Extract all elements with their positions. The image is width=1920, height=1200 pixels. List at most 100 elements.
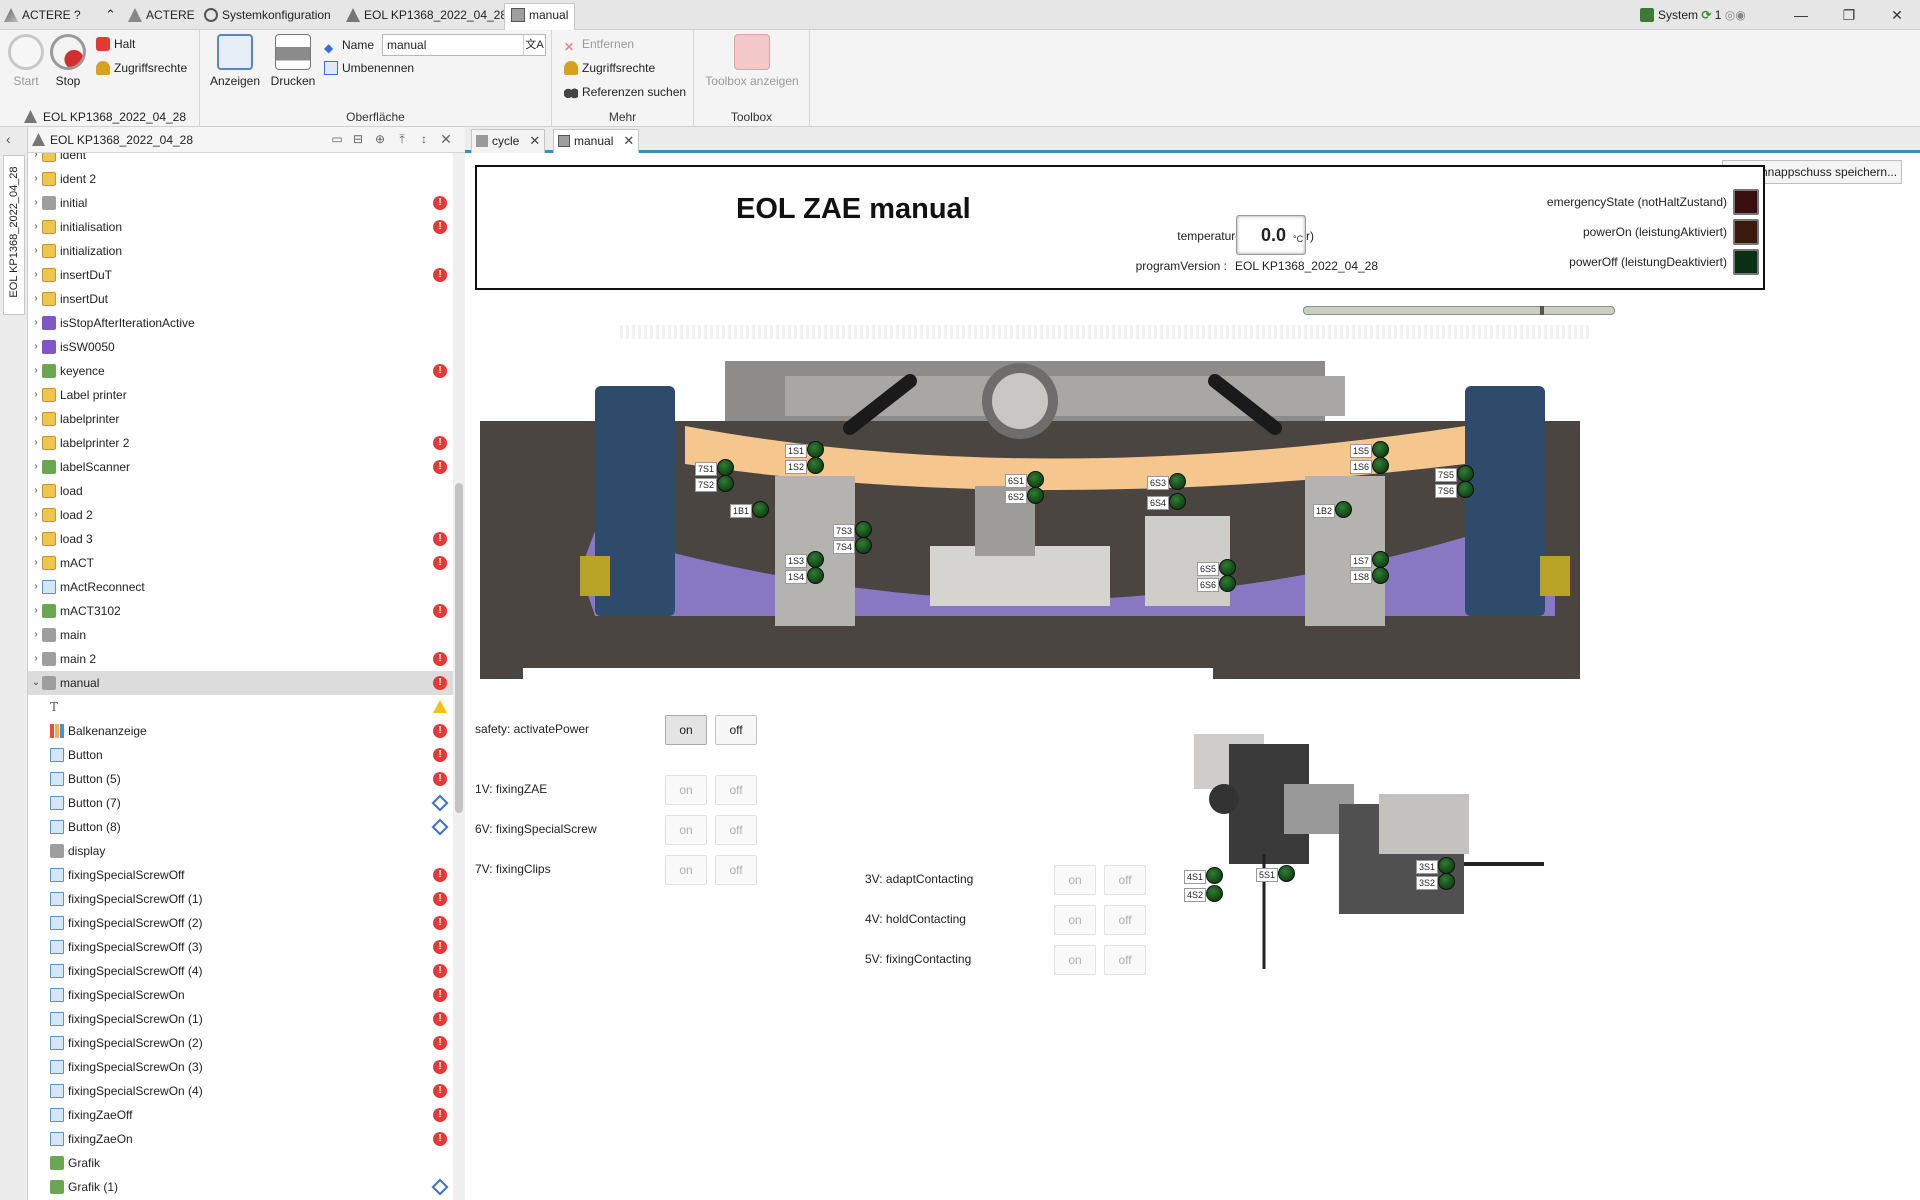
tree-item[interactable]: fixingZaeOff! [28, 1103, 453, 1127]
tree-item[interactable]: Grafik [28, 1151, 453, 1175]
chevron-down-icon[interactable]: ⌄ [30, 671, 42, 695]
tree-item[interactable]: fixingSpecialScrewOff! [28, 863, 453, 887]
filter-icon[interactable]: ⊟ [350, 131, 366, 147]
tree-item[interactable]: Balkenanzeige! [28, 719, 453, 743]
halt-button[interactable]: Halt [96, 34, 135, 54]
tree-item[interactable]: › initial! [28, 191, 453, 215]
editor-tab-manual[interactable]: manual ✕ [553, 129, 640, 153]
chevron-right-icon[interactable]: › [30, 311, 42, 335]
anzeigen-button[interactable]: Anzeigen [208, 34, 262, 88]
tree-item[interactable]: fixingSpecialScrewOff (2)! [28, 911, 453, 935]
tree-item[interactable]: › load 3! [28, 527, 453, 551]
tree-item[interactable]: › main [28, 623, 453, 647]
tree-item[interactable]: Button! [28, 743, 453, 767]
restore-button[interactable]: ❐ [1838, 4, 1860, 26]
tree-item[interactable]: T [28, 695, 453, 719]
toolbox-anzeigen-button[interactable]: Toolbox anzeigen [700, 34, 804, 88]
umbenennen-button[interactable]: Umbenennen [324, 58, 414, 78]
project-explorer-vertical-tab[interactable]: EOL KP1368_2022_04_28 [3, 155, 25, 315]
access-rights-button[interactable]: Zugriffsrechte [96, 58, 187, 78]
tree-item[interactable]: › ident [28, 153, 453, 167]
chevron-right-icon[interactable]: › [30, 575, 42, 599]
chevron-right-icon[interactable]: › [30, 599, 42, 623]
project-context-tab[interactable]: EOL KP1368_2022_04_28 [4, 108, 186, 126]
chevron-right-icon[interactable]: › [30, 167, 42, 191]
editor-tab-cycle[interactable]: cycle ✕ [471, 129, 546, 153]
tree-item[interactable]: Button (8) [28, 815, 453, 839]
chevron-right-icon[interactable]: › [30, 191, 42, 215]
tree-item[interactable]: ⌄ manual! [28, 671, 453, 695]
system-status[interactable]: System ⟳ 1 ◎◉ [1640, 4, 1746, 26]
chevron-right-icon[interactable]: › [30, 359, 42, 383]
tree-item[interactable]: › mACT! [28, 551, 453, 575]
chevron-right-icon[interactable]: › [30, 431, 42, 455]
tree-item[interactable]: › initialization [28, 239, 453, 263]
tree-item[interactable]: fixingZaeOn! [28, 1127, 453, 1151]
chevron-right-icon[interactable]: › [30, 527, 42, 551]
referenzen-button[interactable]: Referenzen suchen [564, 82, 686, 102]
tree-item[interactable]: display [28, 839, 453, 863]
sort-top-icon[interactable]: ⤒ [394, 131, 410, 147]
tree-item[interactable]: › labelScanner! [28, 455, 453, 479]
tree-item[interactable]: › load [28, 479, 453, 503]
drucken-button[interactable]: Drucken [266, 34, 320, 88]
chevron-right-icon[interactable]: › [30, 623, 42, 647]
tree-item[interactable]: fixingSpecialScrewOn (2)! [28, 1031, 453, 1055]
tree-item[interactable]: › main 2! [28, 647, 453, 671]
chevron-right-icon[interactable]: › [30, 215, 42, 239]
chevron-right-icon[interactable]: › [30, 263, 42, 287]
tab-manual[interactable]: manual [504, 3, 576, 30]
tree-item[interactable]: › isStopAfterIterationActive [28, 311, 453, 335]
app-logo-tab[interactable]: ACTERE ? [4, 4, 81, 26]
chevron-right-icon[interactable]: › [30, 287, 42, 311]
tree-item[interactable]: Grafik (1) [28, 1175, 453, 1199]
chevron-right-icon[interactable]: › [30, 551, 42, 575]
chevron-right-icon[interactable]: › [30, 239, 42, 263]
tree-item[interactable]: › ident 2 [28, 167, 453, 191]
chevron-up-icon[interactable]: ⌃ [105, 4, 116, 26]
tree-item[interactable]: › labelprinter 2! [28, 431, 453, 455]
name-input[interactable]: manual 文A [382, 34, 546, 56]
chevron-right-icon[interactable]: › [30, 335, 42, 359]
tab-systemkonfiguration[interactable]: Systemkonfiguration [204, 4, 331, 26]
tree-item[interactable]: Button (5)! [28, 767, 453, 791]
tree-item[interactable]: fixingSpecialScrewOn (3)! [28, 1055, 453, 1079]
tree-item[interactable]: › labelprinter [28, 407, 453, 431]
tree-item[interactable]: › mActReconnect [28, 575, 453, 599]
collapse-left-icon[interactable]: ‹ [6, 131, 11, 147]
tree-item[interactable]: fixingSpecialScrewOff (3)! [28, 935, 453, 959]
tree-scrollbar[interactable] [453, 153, 465, 1200]
tree-item[interactable]: Button (7) [28, 791, 453, 815]
tree-item[interactable]: fixingSpecialScrewOn! [28, 983, 453, 1007]
close-tab-icon[interactable]: ✕ [623, 133, 634, 148]
stop-button[interactable]: Stop [46, 34, 90, 88]
chevron-right-icon[interactable]: › [30, 503, 42, 527]
tree-item[interactable]: fixingSpecialScrewOn (4)! [28, 1079, 453, 1103]
chevron-right-icon[interactable]: › [30, 153, 42, 167]
chevron-right-icon[interactable]: › [30, 383, 42, 407]
on-button[interactable]: on [665, 715, 707, 745]
off-button[interactable]: off [715, 715, 757, 745]
chevron-right-icon[interactable]: › [30, 407, 42, 431]
tree-item[interactable]: fixingSpecialScrewOn (1)! [28, 1007, 453, 1031]
close-window-button[interactable]: ✕ [1886, 4, 1908, 26]
zugriffsrechte-button[interactable]: Zugriffsrechte [564, 58, 655, 78]
chevron-right-icon[interactable]: › [30, 455, 42, 479]
chevron-right-icon[interactable]: › [30, 647, 42, 671]
collapse-all-icon[interactable]: ▭ [329, 131, 345, 147]
tree-item[interactable]: › keyence! [28, 359, 453, 383]
locate-icon[interactable]: ⊕ [372, 131, 388, 147]
tab-actere[interactable]: ACTERE [128, 4, 195, 26]
tree-item[interactable]: › Label printer [28, 383, 453, 407]
tree-item[interactable]: › insertDuT! [28, 263, 453, 287]
expand-icon[interactable]: ↕ [416, 131, 432, 147]
tree-item[interactable]: › insertDut [28, 287, 453, 311]
tree-item[interactable]: › mACT3102! [28, 599, 453, 623]
tree-scrollbar-thumb[interactable] [455, 483, 463, 813]
start-button[interactable]: Start [4, 34, 48, 88]
tree-item[interactable]: fixingSpecialScrewOff (1)! [28, 887, 453, 911]
tab-project[interactable]: EOL KP1368_2022_04_28 [346, 4, 507, 26]
entfernen-button[interactable]: ✕ Entfernen [564, 34, 634, 54]
minimize-button[interactable]: — [1790, 4, 1812, 26]
translate-icon[interactable]: 文A [523, 35, 545, 55]
